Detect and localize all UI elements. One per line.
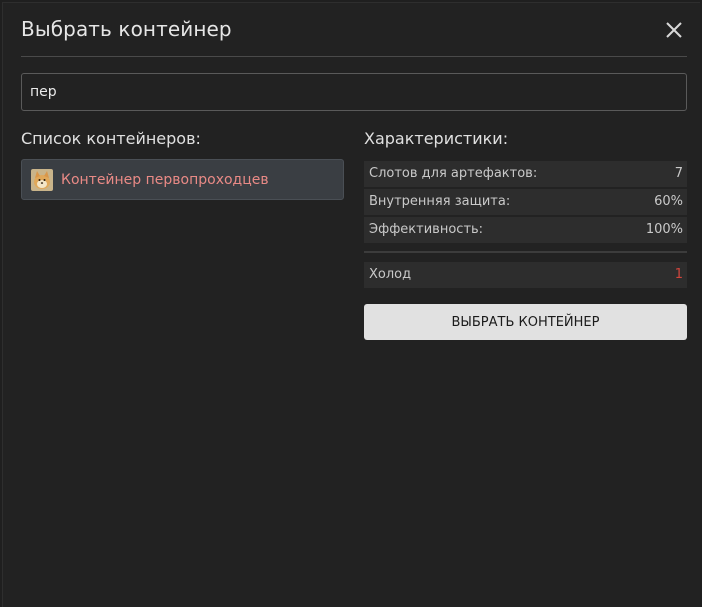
list-item[interactable]: Контейнер первопроходцев [21, 159, 344, 200]
container-list-heading: Список контейнеров: [21, 129, 201, 148]
stat-row-efficiency: Эффективность: 100% [364, 217, 687, 243]
doge-avatar-icon [31, 169, 53, 191]
close-icon[interactable] [663, 19, 685, 41]
select-container-modal: Выбрать контейнер Список контейнеров: Ко… [2, 2, 700, 607]
stat-key: Слотов для артефактов: [369, 166, 538, 181]
stat-key: Эффективность: [369, 222, 484, 237]
select-container-button[interactable]: ВЫБРАТЬ КОНТЕЙНЕР [364, 304, 687, 340]
stat-value: 7 [674, 166, 683, 181]
stat-value-cold: 1 [674, 267, 683, 282]
stats-heading: Характеристики: [364, 129, 509, 148]
stat-row-artifact-slots: Слотов для артефактов: 7 [364, 161, 687, 187]
modal-title: Выбрать контейнер [21, 17, 232, 41]
stat-row-internal-protection: Внутренняя защита: 60% [364, 189, 687, 215]
stats-divider [364, 251, 687, 253]
stat-key: Холод [369, 267, 412, 282]
stat-value: 60% [654, 194, 683, 209]
header-divider [21, 56, 687, 57]
stat-row-cold: Холод 1 [364, 262, 687, 288]
stat-key: Внутренняя защита: [369, 194, 511, 209]
stat-value: 100% [645, 222, 683, 237]
list-item-label: Контейнер первопроходцев [61, 172, 269, 188]
search-input[interactable] [21, 73, 687, 111]
